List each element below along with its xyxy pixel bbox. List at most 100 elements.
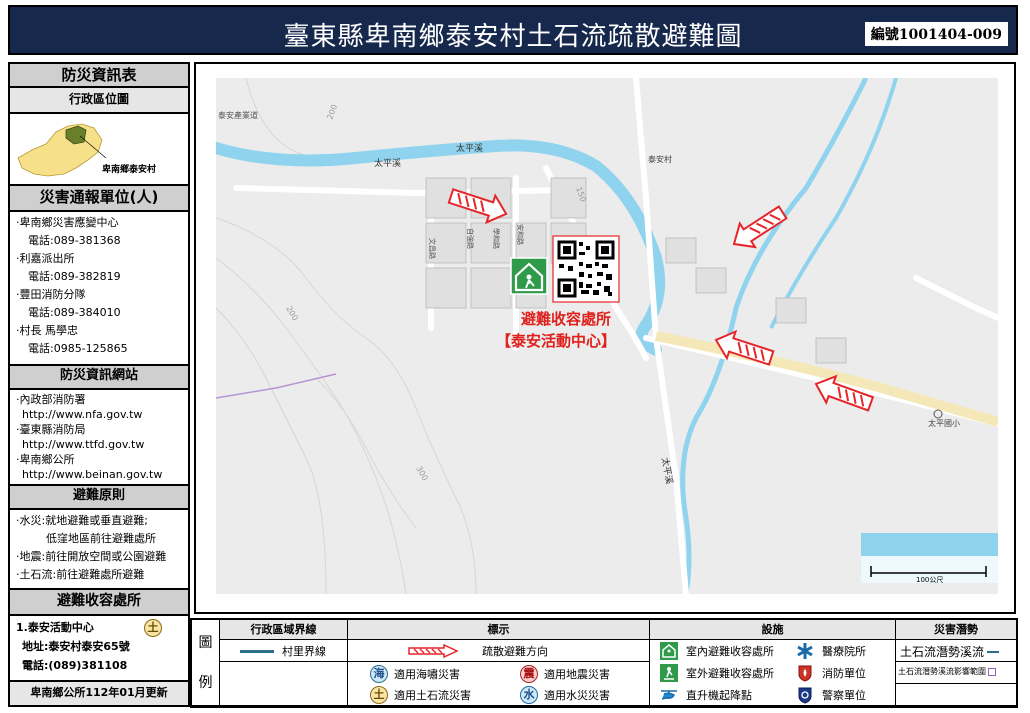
legend-outdoor-shelter: 室外避難收容處所 [686,667,774,680]
legend-potential-zone: 土石流潛勢溪流影響範圍 [898,667,986,676]
legend-heliport: 直升機起降點 [686,689,752,702]
legend-side-label: 圖 例 [192,620,220,706]
admin-location-map: 卑南鄉泰安村 [8,114,190,186]
legend-hazard-sea: 適用海嘯災害 [394,668,460,681]
web-link-beinan[interactable]: http://www.beinan.gov.tw [16,467,182,482]
principle-line-2: 低窪地區前往避難處所 [46,532,156,545]
web-link-nfa[interactable]: http://www.nfa.gov.tw [16,407,182,422]
legend-hazard-debris: 適用土石流災害 [394,689,471,702]
shelter-info: 1.泰安活動中心 土 地址:泰安村泰安65號 電話:(089)381108 [8,616,190,682]
shelter-address: 地址:泰安村泰安65號 [22,640,130,653]
web-line-1: ‧內政部消防署 [16,393,86,406]
shelter-name: 1.泰安活動中心 土 [16,618,182,637]
street-label-1: 文昌路 [428,238,437,259]
legend-side-label-2: 例 [198,675,213,691]
web-line-3: ‧臺東縣消防局 [16,423,86,436]
legend-facility-cell: 室內避難收容處所 醫療院所 室外避難收容處所 消防單位 直升機起降點 警察單位 [650,640,896,706]
report-line-2: 電話:089-381368 [28,234,121,247]
location-map-graphic: 卑南鄉泰安村 [17,123,156,177]
legend-admin-row: 村里界線 [220,640,348,662]
legend-potential-zone-row: 土石流潛勢溪流影響範圍 [896,662,1016,684]
web-title: 防災資訊網站 [8,366,190,390]
web-links-list: ‧內政部消防署 http://www.nfa.gov.tw ‧臺東縣消防局 ht… [8,390,190,486]
legend-hazard-flood: 適用水災災害 [544,689,610,702]
update-note: 卑南鄉公所112年01月更新 [8,682,190,707]
info-table-title: 防災資訊表 [8,62,190,88]
legend-potential-header: 災害潛勢 [896,620,1016,640]
scale-bar: 100公尺 [861,533,998,584]
legend-facility-header: 設施 [650,620,896,640]
report-units-title: 災害通報單位(人) [8,186,190,212]
debris-badge-icon: 土 [144,619,162,637]
principle-line-4: ‧土石流:前往避難處所避難 [16,568,145,581]
shelter-phone: 電話:(089)381108 [22,659,128,672]
legend-police-unit: 警察單位 [822,689,866,702]
report-line-7: ‧村長 馬學忠 [16,324,78,337]
principle-list: ‧水災:就地避難或垂直避難; 低窪地區前往避難處所 ‧地震:前往開放空間或公園避… [8,510,190,590]
web-line-5: ‧卑南鄉公所 [16,453,75,466]
shelter-label: 避難收容處所 [521,310,611,328]
debris-stream-line-icon [987,650,1000,653]
evacuation-map[interactable]: 避難收容處所 【泰安活動中心】 太平溪 太平溪 太平溪 泰安村 太平國小 泰安產… [216,78,998,594]
report-line-4: 電話:089-382819 [28,270,121,283]
legend-potential-stream-row: 土石流潛勢溪流 [896,640,1016,662]
shelter-name-text: 1.泰安活動中心 [16,621,94,634]
shelter-title: 避難收容處所 [8,590,190,616]
map-frame: 避難收容處所 【泰安活動中心】 太平溪 太平溪 太平溪 泰安村 太平國小 泰安產… [194,62,1016,614]
evacuation-direction-arrow-icon [408,644,458,658]
principle-title: 避難原則 [8,486,190,510]
street-label-2: 自強路 [466,228,475,249]
admin-map-title: 行政區位圖 [8,88,190,114]
river-label-1: 太平溪 [374,157,401,169]
legend-hospital: 醫療院所 [822,645,866,658]
location-map-label: 卑南鄉泰安村 [102,163,156,175]
scale-label: 100公尺 [916,576,943,584]
legend-hazard-quake: 適用地震災害 [544,668,610,681]
outdoor-shelter-icon [660,664,678,682]
legend-admin-empty [220,662,348,706]
village-boundary-line-icon [240,649,274,653]
report-line-5: ‧豐田消防分隊 [16,288,86,301]
top-left-road-label: 泰安產業道 [218,110,258,120]
shelter-marker[interactable] [510,257,548,295]
legend-hazard-cell: 海適用海嘯災害 震適用地震災害 土適用土石流災害 水適用水災災害 [348,662,650,706]
principle-line-1: ‧水災:就地避難或垂直避難; [16,514,148,527]
document-number: 編號1001404-009 [864,22,1008,46]
fire-unit-icon [796,664,814,682]
shelter-name-label: 【泰安活動中心】 [496,332,616,350]
qr-code[interactable] [552,235,620,303]
report-units-list: ‧卑南鄉災害應變中心 電話:089-381368 ‧利嘉派出所 電話:089-3… [8,212,190,366]
legend-sign-header: 標示 [348,620,650,640]
report-line-8: 電話:0985-125865 [28,342,128,355]
street-label-3: 學和路 [492,228,501,249]
indoor-shelter-icon [660,642,678,660]
debris-zone-box-icon [988,667,996,676]
report-line-1: ‧卑南鄉災害應變中心 [16,216,119,229]
legend-sign-row: 疏散避難方向 [348,640,650,662]
principle-line-3: ‧地震:前往開放空間或公園避難 [16,550,167,563]
report-line-3: ‧利嘉派出所 [16,252,75,265]
hospital-icon [796,642,814,660]
web-link-ttfd[interactable]: http://www.ttfd.gov.tw [16,437,182,452]
report-line-6: 電話:089-384010 [28,306,121,319]
legend-side-label-1: 圖 [198,635,213,651]
legend-sign-item: 疏散避難方向 [482,645,548,658]
flood-hazard-icon: 水 [520,686,538,704]
legend-potential-stream: 土石流潛勢溪流 [900,645,985,659]
school-label: 太平國小 [928,418,960,428]
legend-fire-unit: 消防單位 [822,667,866,680]
map-legend: 圖 例 行政區域界線 村里界線 標示 疏散避難方向 海適用海嘯災害 震適用地震災… [190,618,1018,708]
sea-hazard-icon: 海 [370,665,388,683]
street-label-4: 安和路 [516,224,525,245]
info-sidebar: 防災資訊表 行政區位圖 卑南鄉泰安村 災害通報單位(人) ‧卑南鄉災害應變中心 … [8,62,190,707]
heliport-icon [660,686,678,704]
police-unit-icon [796,686,814,704]
title-banner: 臺東縣卑南鄉泰安村土石流疏散避難圖 編號1001404-009 [8,5,1018,55]
legend-admin-item: 村里界線 [282,645,326,658]
legend-indoor-shelter: 室內避難收容處所 [686,645,774,658]
debris-hazard-icon: 土 [370,686,388,704]
river-label-2: 太平溪 [456,142,483,154]
legend-admin-header: 行政區域界線 [220,620,348,640]
village-label: 泰安村 [648,154,672,164]
quake-hazard-icon: 震 [520,665,538,683]
